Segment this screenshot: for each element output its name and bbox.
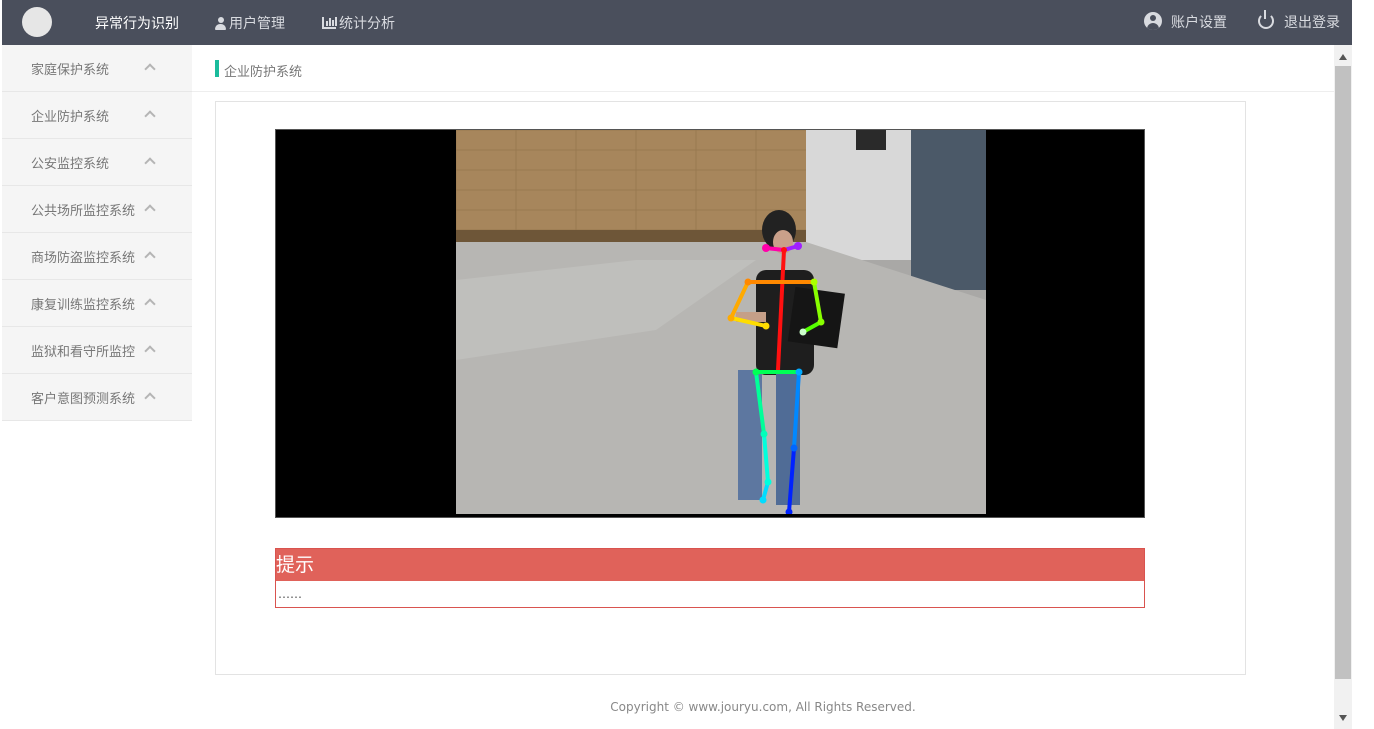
account-settings-label: 账户设置 [1171,15,1227,31]
sidebar-item-mall-antitheft[interactable]: 商场防盗监控系统 [2,233,192,280]
chevron-up-icon [144,392,156,404]
chevron-up-icon [144,157,156,169]
sidebar-item-prison-monitoring[interactable]: 监狱和看守所监控 [2,327,192,374]
video-player[interactable] [275,129,1145,518]
sidebar-item-enterprise-protection[interactable]: 企业防护系统 [2,92,192,139]
breadcrumb-accent-bar [215,60,219,77]
sidebar-item-label: 商场防盗监控系统 [31,250,136,266]
nav-user-management[interactable]: 用户管理 [215,13,285,33]
brand-title[interactable]: 异常行为识别 [95,13,179,33]
nav-user-management-label: 用户管理 [229,16,285,32]
logout-link[interactable]: 退出登录 [1258,10,1340,32]
sidebar-item-public-places[interactable]: 公共场所监控系统 [2,186,192,233]
logout-label: 退出登录 [1284,15,1340,31]
sidebar-item-label: 康复训练监控系统 [31,297,136,313]
sidebar-item-police-monitoring[interactable]: 公安监控系统 [2,139,192,186]
nav-statistics-label: 统计分析 [339,16,395,32]
sidebar-item-label: 监狱和看守所监控 [31,344,136,360]
page-scrollbar[interactable] [1334,45,1352,729]
footer-copyright: Copyright © www.jouryu.com, All Rights R… [610,700,916,714]
sidebar-item-label: 企业防护系统 [31,109,110,125]
chevron-up-icon [144,251,156,263]
sidebar: 家庭保护系统 企业防护系统 公安监控系统 公共场所监控系统 商场防盗监控系统 康… [2,45,192,729]
scroll-thumb[interactable] [1335,66,1351,679]
sidebar-empty-area [2,421,192,729]
chevron-up-icon [144,298,156,310]
breadcrumb: 企业防护系统 [192,45,1334,92]
account-icon [1144,12,1162,30]
sidebar-item-rehab-training[interactable]: 康复训练监控系统 [2,280,192,327]
bar-chart-icon [322,17,337,29]
logo[interactable] [22,7,52,37]
chevron-up-icon [144,110,156,122]
sidebar-item-label: 客户意图预测系统 [31,391,136,407]
alert-body: …… [278,587,302,601]
power-icon [1258,10,1274,29]
breadcrumb-current: 企业防护系统 [224,65,303,80]
nav-statistics[interactable]: 统计分析 [322,13,395,33]
user-icon [215,16,226,30]
top-navbar: 异常行为识别 用户管理 统计分析 账户设置 退出登录 [2,0,1352,45]
sidebar-item-label: 公安监控系统 [31,156,110,172]
scroll-down-arrow-icon[interactable] [1339,715,1347,721]
main-panel: 提示 …… [215,101,1246,675]
pose-detection-image [456,130,986,514]
sidebar-item-customer-intent[interactable]: 客户意图预测系统 [2,374,192,421]
video-frame [456,130,986,514]
sidebar-item-label: 家庭保护系统 [31,62,110,78]
sidebar-item-label: 公共场所监控系统 [31,203,136,219]
alert-box: 提示 …… [275,548,1145,608]
sidebar-item-home-protection[interactable]: 家庭保护系统 [2,45,192,92]
scroll-up-arrow-icon[interactable] [1339,54,1347,60]
chevron-up-icon [144,204,156,216]
chevron-up-icon [144,345,156,357]
chevron-up-icon [144,63,156,75]
alert-title: 提示 [276,549,1144,581]
account-settings-link[interactable]: 账户设置 [1144,10,1227,32]
